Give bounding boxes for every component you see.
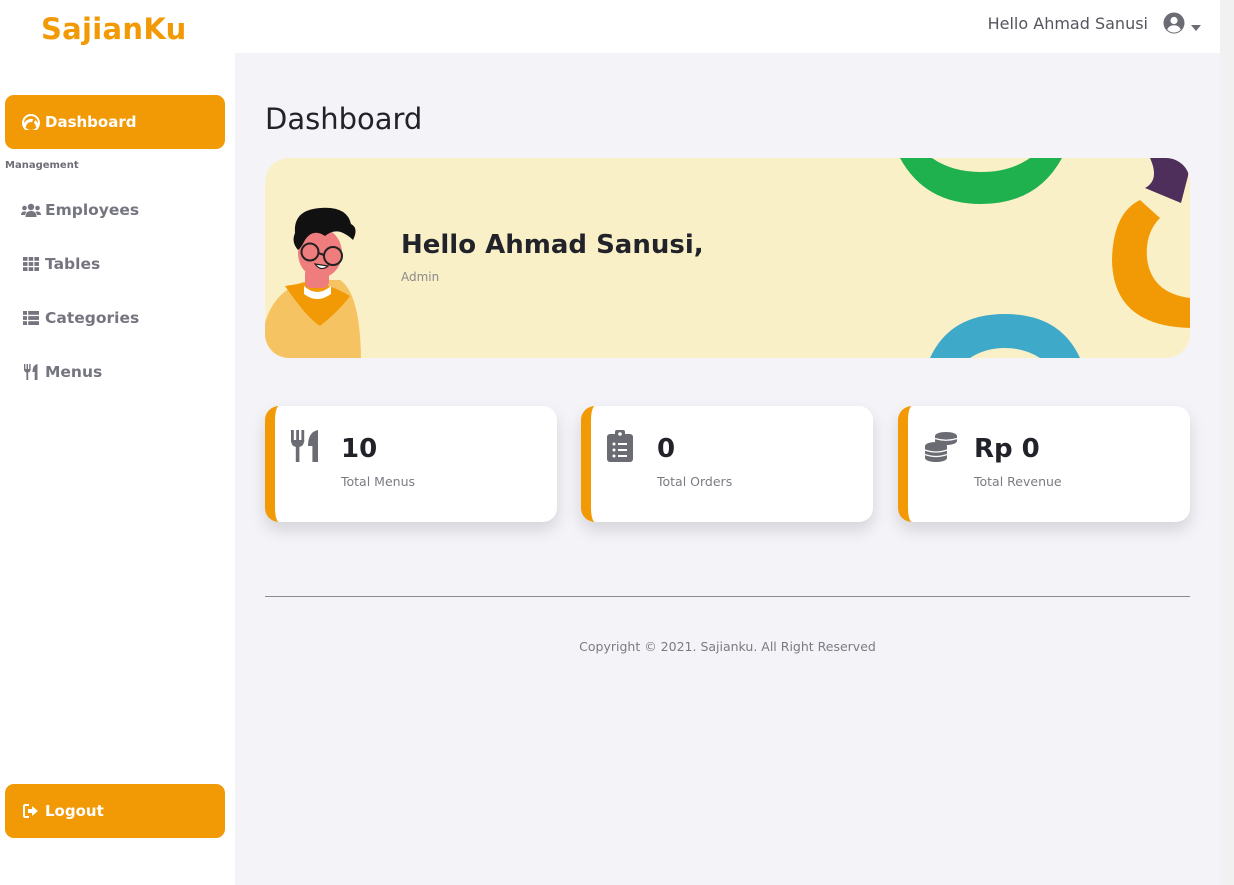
sidebar-item-label: Tables: [45, 255, 101, 273]
logout-label: Logout: [45, 802, 104, 820]
caret-down-icon: [1191, 16, 1201, 35]
sidebar-item-dashboard[interactable]: Dashboard: [5, 95, 225, 149]
sidebar-item-employees[interactable]: Employees: [5, 190, 225, 230]
stat-card-total-orders: 0 Total Orders: [581, 406, 873, 522]
tachometer-icon: [21, 114, 41, 130]
sidebar-item-label: Employees: [45, 201, 140, 219]
sidebar-section-management: Management: [5, 160, 79, 171]
footer-divider: [265, 596, 1190, 597]
logout-button[interactable]: Logout: [5, 784, 225, 838]
stat-label: Total Revenue: [974, 474, 1062, 489]
stat-card-total-revenue: Rp 0 Total Revenue: [898, 406, 1190, 522]
copyright-footer: Copyright © 2021. Sajianku. All Right Re…: [579, 639, 876, 654]
sidebar-item-label: Categories: [45, 309, 140, 327]
top-navbar: Hello Ahmad Sanusi: [235, 0, 1220, 53]
stat-value: Rp 0: [974, 434, 1040, 464]
user-circle-icon: [1163, 12, 1185, 38]
brand-logo[interactable]: SajianKu: [41, 12, 187, 46]
coins-icon: [924, 430, 958, 468]
sidebar-item-menus[interactable]: Menus: [5, 352, 225, 392]
stat-value: 0: [657, 434, 676, 464]
user-greeting[interactable]: Hello Ahmad Sanusi: [988, 14, 1148, 33]
stat-label: Total Orders: [657, 474, 733, 489]
page-scrollbar[interactable]: [1220, 0, 1234, 885]
grid-icon: [21, 256, 41, 272]
sidebar-item-label: Menus: [45, 363, 103, 381]
sidebar: SajianKu Dashboard Management Employees: [0, 0, 235, 885]
banner-greeting: Hello Ahmad Sanusi,: [401, 230, 704, 260]
page-title: Dashboard: [265, 102, 423, 136]
avatar-illustration: [265, 207, 361, 358]
welcome-banner: Hello Ahmad Sanusi, Admin: [265, 158, 1190, 358]
sign-out-icon: [21, 803, 41, 819]
list-icon: [21, 310, 41, 326]
stat-card-total-menus: 10 Total Menus: [265, 406, 557, 522]
sidebar-item-label: Dashboard: [45, 113, 137, 131]
banner-role: Admin: [401, 270, 440, 284]
stat-value: 10: [341, 434, 378, 464]
utensils-icon: [21, 364, 41, 380]
sidebar-item-categories[interactable]: Categories: [5, 298, 225, 338]
sidebar-item-tables[interactable]: Tables: [5, 244, 225, 284]
clipboard-list-icon: [607, 430, 633, 466]
users-icon: [21, 202, 41, 218]
user-menu-toggle[interactable]: [1163, 12, 1201, 38]
utensils-icon: [291, 430, 319, 466]
stat-label: Total Menus: [341, 474, 415, 489]
